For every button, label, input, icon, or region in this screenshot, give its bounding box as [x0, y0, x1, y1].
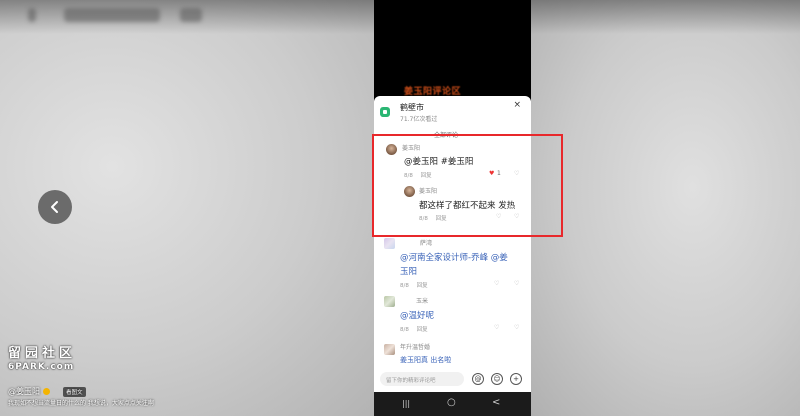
watermark-cn: 留园社区	[8, 346, 77, 361]
comment-user[interactable]: 玉米	[416, 296, 428, 305]
chevron-left-icon	[51, 201, 58, 213]
comment-item: 萨湾 @河南全家设计师-乔峰 @姜 玉阳 8/8 回复 ♡ ♡	[374, 236, 531, 292]
android-navbar: ||| ○ <	[374, 392, 531, 416]
like-icon[interactable]: ♡	[494, 280, 499, 287]
close-icon[interactable]: ×	[513, 100, 521, 110]
plus-icon[interactable]: +	[510, 373, 522, 385]
emoji-icon[interactable]: ☺	[491, 373, 503, 385]
comment-meta: 8/8 回复	[400, 281, 434, 289]
video-caption: 我现如不想当流量日的什么的 我想说，大家点点关注啊	[8, 400, 154, 407]
dislike-icon[interactable]: ♡	[514, 324, 519, 331]
comment-text: @河南全家设计师-乔峰 @姜	[400, 253, 508, 263]
comment-meta: 8/8 回复	[400, 325, 434, 333]
comment-text-continued: 玉阳	[400, 267, 418, 277]
top-blur-title	[64, 8, 160, 22]
watermark: 留园社区 6PARK.com	[8, 342, 76, 372]
comment-user[interactable]: 萨湾	[420, 238, 432, 247]
watermark-en: 6PARK.com	[8, 362, 75, 372]
avatar[interactable]	[384, 296, 395, 307]
comment-time: 8/8	[400, 283, 409, 289]
back-button[interactable]	[38, 190, 72, 224]
panel-header: 鹤壁市 71.7亿次看过 ×	[374, 96, 531, 128]
comment-input[interactable]: 留下你的精彩评论吧	[380, 372, 464, 386]
app-icon	[380, 107, 390, 117]
at-icon[interactable]: @	[472, 373, 484, 385]
blurred-background-right	[531, 0, 800, 416]
tag-badge[interactable]: 看图文	[63, 386, 86, 397]
comment-input-bar: 留下你的精彩评论吧 @ ☺ +	[380, 372, 525, 386]
red-highlight-box	[372, 134, 563, 237]
author-line: @姜玉阳 看图文	[8, 386, 86, 397]
verified-icon	[43, 388, 50, 395]
like-icon[interactable]: ♡	[494, 324, 499, 331]
nav-back-icon[interactable]: <	[492, 397, 500, 408]
avatar[interactable]	[384, 344, 395, 355]
panel-title: 鹤壁市	[400, 103, 424, 112]
panel-subtitle: 71.7亿次看过	[400, 116, 438, 123]
top-blur-item	[180, 8, 202, 22]
home-icon[interactable]: ○	[447, 397, 456, 408]
avatar[interactable]	[384, 238, 395, 249]
top-blur-icon	[28, 8, 36, 22]
comment-text: @温好呢	[400, 311, 435, 321]
comment-time: 8/8	[400, 327, 409, 333]
comment-user[interactable]: 年升温哲婚	[400, 342, 430, 351]
reply-button[interactable]: 回复	[417, 327, 428, 333]
video-overlay-text: 姜玉阳评论区	[404, 87, 462, 96]
dislike-icon[interactable]: ♡	[514, 280, 519, 287]
reply-button[interactable]: 回复	[417, 283, 428, 289]
comment-item: 年升温哲婚 姜玉阳真 出名啦	[374, 340, 531, 370]
comment-item: 玉米 @温好呢 8/8 回复 ♡ ♡	[374, 294, 531, 338]
comment-text: 姜玉阳真 出名啦	[400, 356, 452, 364]
author-name[interactable]: @姜玉阳	[8, 386, 40, 397]
recent-apps-icon[interactable]: |||	[402, 399, 410, 408]
